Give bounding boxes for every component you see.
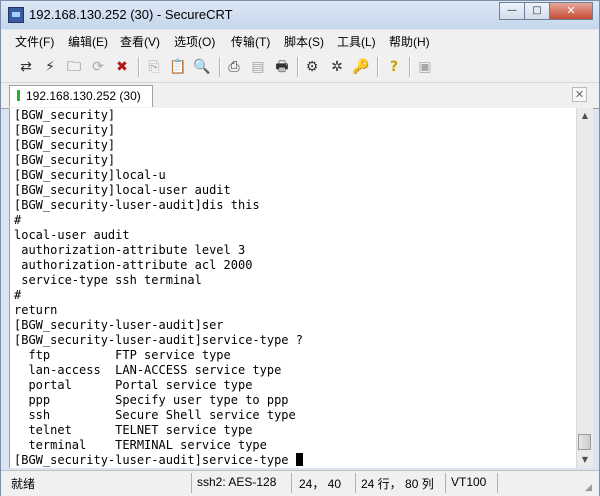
menu-view[interactable]: 查看(V)	[120, 33, 160, 50]
scrollbar-thumb[interactable]	[578, 434, 591, 450]
toolbar-separator	[219, 57, 221, 77]
status-separator	[445, 473, 446, 493]
close-button[interactable]: ✕	[549, 2, 593, 20]
terminal-scrollbar[interactable]: ▲ ▼	[576, 108, 593, 468]
scroll-down-arrow-icon[interactable]: ▼	[577, 452, 593, 468]
terminal-line: [BGW_security-luser-audit]ser	[14, 318, 224, 332]
menu-transfer[interactable]: 传输(T)	[231, 33, 270, 50]
quick-connect-icon[interactable]: ⚡	[41, 58, 59, 76]
status-separator	[291, 473, 292, 493]
terminal-line: [BGW_security-luser-audit]dis this	[14, 198, 260, 212]
status-separator	[497, 473, 498, 493]
status-bar: 就绪 ssh2: AES-128 24， 40 24 行， 80 列 VT100…	[1, 470, 599, 496]
terminal-line: service-type ssh terminal	[14, 273, 202, 287]
global-options-icon[interactable]: ✲	[328, 58, 346, 76]
toolbar-separator	[138, 57, 140, 77]
reconnect-icon[interactable]: ⟳	[89, 58, 107, 76]
print-icon[interactable]: 🖶	[273, 58, 291, 76]
sftp-icon[interactable]: ▣	[416, 58, 434, 76]
menu-script[interactable]: 脚本(S)	[284, 33, 324, 50]
menu-help[interactable]: 帮助(H)	[389, 33, 430, 50]
terminal-line: [BGW_security]local-user audit	[14, 183, 231, 197]
toolbar-separator	[377, 57, 379, 77]
terminal-line: [BGW_security]local-u	[14, 168, 166, 182]
find-icon[interactable]: 🔍	[193, 58, 211, 76]
keymap-icon[interactable]: 🔑	[352, 58, 370, 76]
terminal-line: #	[14, 213, 22, 227]
menu-edit[interactable]: 编辑(E)	[68, 33, 108, 50]
print-setup-icon[interactable]: ⎙	[225, 58, 243, 76]
terminal-line: ssh Secure Shell service type	[14, 408, 296, 422]
minimize-button[interactable]: —	[499, 2, 525, 20]
menu-file[interactable]: 文件(F)	[15, 33, 54, 50]
print-selection-icon[interactable]: ▤	[249, 58, 267, 76]
title-bar[interactable]: 192.168.130.252 (30) - SecureCRT — □ ✕	[1, 1, 599, 29]
terminal-line: [BGW_security-luser-audit]service-type ?	[14, 333, 303, 347]
terminal-line: #	[14, 288, 22, 302]
terminal-screen[interactable]: [BGW_security] [BGW_security] [BGW_securit…	[9, 108, 577, 468]
connect-in-tab-icon[interactable]: 🗀	[65, 58, 83, 76]
help-icon[interactable]: ?	[385, 58, 403, 76]
menu-bar: 文件(F) 编辑(E) 查看(V) 选项(O) 传输(T) 脚本(S) 工具(L…	[1, 30, 599, 52]
terminal-line: [BGW_security]	[14, 108, 116, 122]
terminal-line: telnet TELNET service type	[14, 423, 253, 437]
status-terminal-size: 24 行， 80 列	[361, 477, 434, 491]
menu-options[interactable]: 选项(O)	[174, 33, 215, 50]
terminal-line: local-user audit	[14, 228, 130, 242]
terminal-line: authorization-attribute acl 2000	[14, 258, 253, 272]
copy-icon[interactable]: ⎘	[145, 58, 163, 76]
disconnect-icon[interactable]: ✖	[113, 58, 131, 76]
terminal-line: [BGW_security]	[14, 153, 116, 167]
terminal-line: [BGW_security]	[14, 138, 116, 152]
terminal-prompt-text: [BGW_security-luser-audit]service-type	[14, 453, 296, 467]
status-ready: 就绪	[11, 477, 36, 491]
connected-status-icon	[17, 90, 20, 101]
resize-grip-icon[interactable]: ◢	[585, 482, 597, 494]
status-cursor-position: 24， 40	[299, 477, 342, 491]
terminal-output: [BGW_security] [BGW_security] [BGW_securit…	[10, 108, 577, 468]
toolbar-separator	[297, 57, 299, 77]
terminal-line: portal Portal service type	[14, 378, 253, 392]
session-options-icon[interactable]: ⚙	[303, 58, 321, 76]
terminal-line: ppp Specify user type to ppp	[14, 393, 289, 407]
terminal-prompt-line: [BGW_security-luser-audit]service-type	[14, 453, 577, 468]
session-tab[interactable]: 192.168.130.252 (30)	[9, 85, 153, 107]
tab-close-icon[interactable]: ✕	[572, 87, 587, 102]
terminal-line: return	[14, 303, 58, 317]
session-tab-strip: 192.168.130.252 (30) ✕	[1, 83, 599, 109]
status-emulation: VT100	[451, 475, 487, 489]
window-controls: — □ ✕	[499, 2, 593, 20]
connect-icon[interactable]: ⇄	[17, 58, 35, 76]
scroll-up-arrow-icon[interactable]: ▲	[577, 108, 593, 124]
securecrt-app-icon	[8, 7, 24, 23]
status-cipher: ssh2: AES-128	[197, 475, 277, 489]
terminal-line: authorization-attribute level 3	[14, 243, 246, 257]
terminal-line: ftp FTP service type	[14, 348, 231, 362]
toolbar-separator	[409, 57, 411, 77]
toolbar: ⇄ ⚡ 🗀 ⟳ ✖ ⎘ 📋 🔍 ⎙ ▤ 🖶 ⚙ ✲ 🔑 ? ▣	[1, 52, 599, 83]
window-title: 192.168.130.252 (30) - SecureCRT	[29, 7, 233, 22]
terminal-line: [BGW_security]	[14, 123, 116, 137]
terminal-line: lan-access LAN-ACCESS service type	[14, 363, 282, 377]
maximize-button[interactable]: □	[524, 2, 550, 20]
terminal-line: terminal TERMINAL service type	[14, 438, 267, 452]
securecrt-window: 192.168.130.252 (30) - SecureCRT — □ ✕ 文…	[0, 0, 600, 496]
status-separator	[355, 473, 356, 493]
session-tab-label: 192.168.130.252 (30)	[26, 89, 141, 103]
terminal-cursor	[295, 453, 303, 466]
status-separator	[191, 473, 192, 493]
paste-icon[interactable]: 📋	[169, 58, 187, 76]
menu-tools[interactable]: 工具(L)	[337, 33, 376, 50]
